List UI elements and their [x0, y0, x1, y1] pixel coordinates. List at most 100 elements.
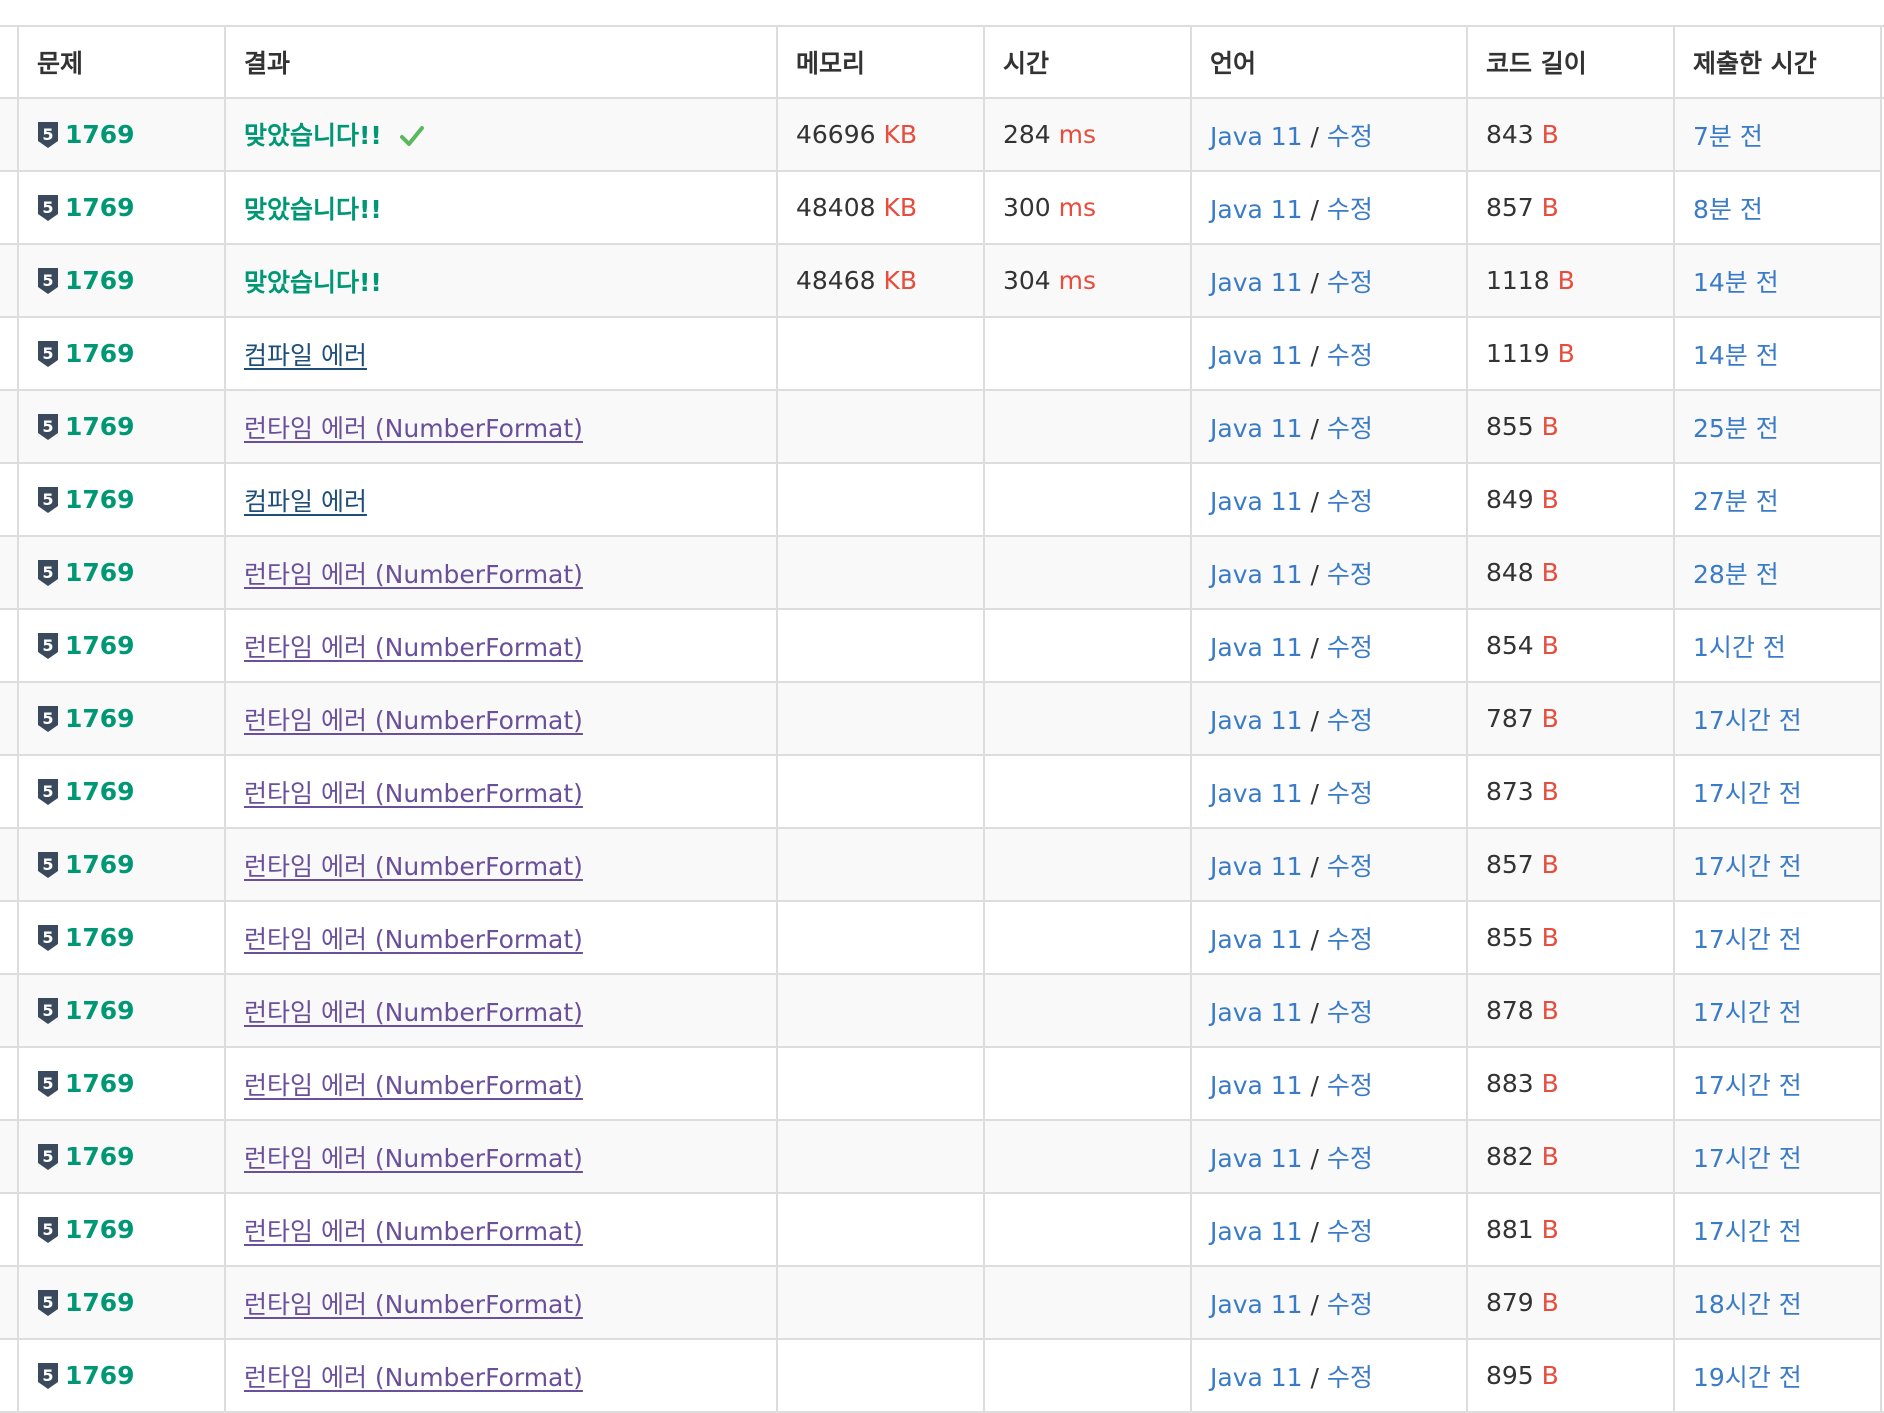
code-length-unit: B [1541, 850, 1559, 879]
language-cell: Java 11 / 수정 [1190, 535, 1467, 609]
edit-link[interactable]: 수정 [1327, 414, 1373, 443]
problem-link[interactable]: 1769 [65, 996, 135, 1025]
problem-link[interactable]: 1769 [65, 777, 135, 806]
language-cell: Java 11 / 수정 [1190, 827, 1467, 901]
edit-link[interactable]: 수정 [1327, 487, 1373, 516]
result-text[interactable]: 런타임 에러 (NumberFormat) [244, 998, 583, 1027]
edit-link[interactable]: 수정 [1327, 998, 1373, 1027]
problem-link[interactable]: 1769 [65, 193, 135, 222]
submitted-time-link[interactable]: 19시간 전 [1693, 1363, 1802, 1392]
submitted-time-link[interactable]: 17시간 전 [1693, 779, 1802, 808]
result-text[interactable]: 런타임 에러 (NumberFormat) [244, 1144, 583, 1173]
result-text[interactable]: 컴파일 에러 [244, 487, 367, 516]
problem-link[interactable]: 1769 [65, 1215, 135, 1244]
result-text[interactable]: 런타임 에러 (NumberFormat) [244, 1290, 583, 1319]
result-text[interactable]: 런타임 에러 (NumberFormat) [244, 414, 583, 443]
submitted-time-link[interactable]: 7분 전 [1693, 122, 1763, 151]
language-link[interactable]: Java 11 [1210, 706, 1303, 735]
edit-link[interactable]: 수정 [1327, 1217, 1373, 1246]
edit-link[interactable]: 수정 [1327, 1144, 1373, 1173]
language-link[interactable]: Java 11 [1210, 268, 1303, 297]
problem-link[interactable]: 1769 [65, 1142, 135, 1171]
edit-link[interactable]: 수정 [1327, 1290, 1373, 1319]
result-text[interactable]: 런타임 에러 (NumberFormat) [244, 633, 583, 662]
code-length-unit: B [1541, 704, 1559, 733]
language-link[interactable]: Java 11 [1210, 1071, 1303, 1100]
submitted-time-link[interactable]: 17시간 전 [1693, 706, 1802, 735]
row-edge [0, 900, 18, 974]
language-link[interactable]: Java 11 [1210, 998, 1303, 1027]
language-link[interactable]: Java 11 [1210, 341, 1303, 370]
language-link[interactable]: Java 11 [1210, 487, 1303, 516]
edit-link[interactable]: 수정 [1327, 779, 1373, 808]
submitted-time-link[interactable]: 17시간 전 [1693, 1144, 1802, 1173]
problem-link[interactable]: 1769 [65, 1288, 135, 1317]
submitted-time-link[interactable]: 17시간 전 [1693, 1217, 1802, 1246]
language-link[interactable]: Java 11 [1210, 1144, 1303, 1173]
tier-badge-shape: 5 [38, 997, 58, 1024]
language-link[interactable]: Java 11 [1210, 925, 1303, 954]
language-link[interactable]: Java 11 [1210, 779, 1303, 808]
problem-link[interactable]: 1769 [65, 120, 135, 149]
result-text[interactable]: 런타임 에러 (NumberFormat) [244, 1363, 583, 1392]
submitted-time-link[interactable]: 17시간 전 [1693, 925, 1802, 954]
edit-link[interactable]: 수정 [1327, 1363, 1373, 1392]
submitted-time-link[interactable]: 18시간 전 [1693, 1290, 1802, 1319]
submitted-time-link[interactable]: 17시간 전 [1693, 852, 1802, 881]
language-link[interactable]: Java 11 [1210, 560, 1303, 589]
language-link[interactable]: Java 11 [1210, 414, 1303, 443]
edit-link[interactable]: 수정 [1327, 633, 1373, 662]
tier-badge-label: 5 [42, 1074, 53, 1093]
submitted-time-link[interactable]: 14분 전 [1693, 268, 1779, 297]
language-link[interactable]: Java 11 [1210, 633, 1303, 662]
tier-badge-label: 5 [42, 198, 53, 217]
result-text[interactable]: 런타임 에러 (NumberFormat) [244, 560, 583, 589]
problem-link[interactable]: 1769 [65, 412, 135, 441]
submitted-time-link[interactable]: 28분 전 [1693, 560, 1779, 589]
submitted-time-link[interactable]: 17시간 전 [1693, 1071, 1802, 1100]
result-text[interactable]: 런타임 에러 (NumberFormat) [244, 925, 583, 954]
edit-link[interactable]: 수정 [1327, 852, 1373, 881]
problem-link[interactable]: 1769 [65, 339, 135, 368]
problem-link[interactable]: 1769 [65, 558, 135, 587]
memory-cell [776, 900, 984, 974]
submitted-time-link[interactable]: 8분 전 [1693, 195, 1763, 224]
result-text[interactable]: 런타임 에러 (NumberFormat) [244, 1217, 583, 1246]
memory-cell [776, 535, 984, 609]
edit-link[interactable]: 수정 [1327, 122, 1373, 151]
result-text[interactable]: 컴파일 에러 [244, 341, 367, 370]
submitted-time-link[interactable]: 17시간 전 [1693, 998, 1802, 1027]
language-link[interactable]: Java 11 [1210, 122, 1303, 151]
result-text[interactable]: 런타임 에러 (NumberFormat) [244, 706, 583, 735]
edit-link[interactable]: 수정 [1327, 706, 1373, 735]
language-link[interactable]: Java 11 [1210, 195, 1303, 224]
row-edge [0, 1338, 18, 1413]
problem-link[interactable]: 1769 [65, 704, 135, 733]
language-link[interactable]: Java 11 [1210, 852, 1303, 881]
problem-link[interactable]: 1769 [65, 850, 135, 879]
submitted-time-link[interactable]: 14분 전 [1693, 341, 1779, 370]
edit-link[interactable]: 수정 [1327, 341, 1373, 370]
result-text[interactable]: 런타임 에러 (NumberFormat) [244, 779, 583, 808]
edit-link[interactable]: 수정 [1327, 195, 1373, 224]
result-cell: 런타임 에러 (NumberFormat) [224, 973, 777, 1047]
edit-link[interactable]: 수정 [1327, 560, 1373, 589]
result-text[interactable]: 런타임 에러 (NumberFormat) [244, 852, 583, 881]
submitted-time-link[interactable]: 1시간 전 [1693, 633, 1786, 662]
edit-link[interactable]: 수정 [1327, 1071, 1373, 1100]
edit-link[interactable]: 수정 [1327, 925, 1373, 954]
language-link[interactable]: Java 11 [1210, 1217, 1303, 1246]
problem-link[interactable]: 1769 [65, 266, 135, 295]
problem-link[interactable]: 1769 [65, 923, 135, 952]
result-text[interactable]: 런타임 에러 (NumberFormat) [244, 1071, 583, 1100]
problem-link[interactable]: 1769 [65, 631, 135, 660]
problem-link[interactable]: 1769 [65, 1069, 135, 1098]
language-link[interactable]: Java 11 [1210, 1290, 1303, 1319]
language-separator: / [1310, 413, 1327, 443]
submitted-time-link[interactable]: 25분 전 [1693, 414, 1779, 443]
language-link[interactable]: Java 11 [1210, 1363, 1303, 1392]
problem-link[interactable]: 1769 [65, 485, 135, 514]
edit-link[interactable]: 수정 [1327, 268, 1373, 297]
submitted-time-link[interactable]: 27분 전 [1693, 487, 1779, 516]
problem-link[interactable]: 1769 [65, 1361, 135, 1390]
